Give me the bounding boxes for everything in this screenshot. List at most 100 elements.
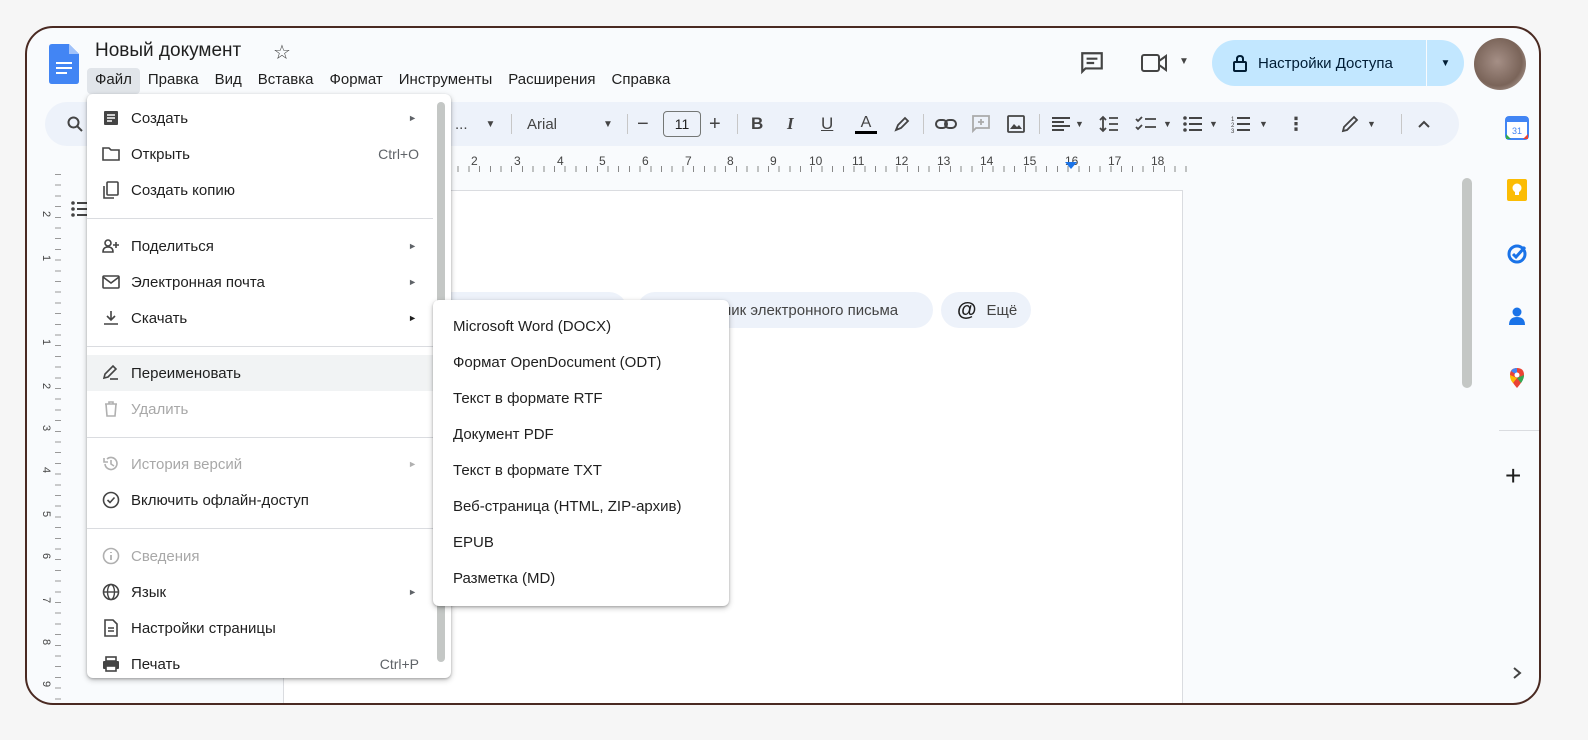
menu-item-share[interactable]: Поделиться ► — [87, 228, 433, 264]
share-button[interactable]: Настройки Доступа ▼ — [1212, 40, 1464, 86]
menu-item-details[interactable]: Сведения — [87, 538, 433, 574]
menu-extensions[interactable]: Расширения — [500, 68, 603, 94]
menu-item-delete[interactable]: Удалить — [87, 391, 433, 427]
download-md[interactable]: Разметка (MD) — [433, 560, 729, 596]
align-icon[interactable] — [1051, 116, 1071, 132]
vruler-number: 6 — [40, 552, 53, 560]
menu-divider — [87, 437, 433, 438]
chevron-down-icon[interactable]: ▼ — [1163, 102, 1172, 146]
tasks-icon[interactable] — [1505, 242, 1529, 266]
highlight-icon[interactable] — [893, 115, 911, 133]
decrease-font-size-icon[interactable]: − — [637, 102, 649, 146]
menu-item-label: Сведения — [131, 547, 200, 565]
menu-item-rename[interactable]: Переименовать — [87, 355, 433, 391]
bulleted-list-icon[interactable] — [1183, 115, 1203, 133]
download-txt[interactable]: Текст в формате TXT — [433, 452, 729, 488]
font-select[interactable]: Arial ▼ — [527, 102, 613, 146]
download-pdf[interactable]: Документ PDF — [433, 416, 729, 452]
collapse-toolbar-icon[interactable] — [1417, 118, 1431, 130]
menu-item-page-setup[interactable]: Настройки страницы — [87, 610, 433, 646]
add-addon-icon[interactable]: + — [1505, 462, 1521, 490]
star-icon[interactable]: ☆ — [273, 40, 291, 65]
download-rtf[interactable]: Текст в формате RTF — [433, 380, 729, 416]
menu-view[interactable]: Вид — [207, 68, 250, 94]
checklist-icon[interactable] — [1135, 115, 1157, 133]
style-select[interactable]: ... ▼ — [455, 102, 495, 146]
menu-item-make-copy[interactable]: Создать копию — [87, 172, 433, 208]
menu-item-open[interactable]: Открыть Ctrl+O — [87, 136, 433, 172]
font-select-value: Arial — [527, 115, 558, 133]
ruler-number: 9 — [770, 154, 777, 168]
menu-item-print[interactable]: Печать Ctrl+P — [87, 646, 433, 682]
app-window: Новый документ ☆ Файл Правка Вид Вставка… — [25, 26, 1541, 705]
download-docx[interactable]: Microsoft Word (DOCX) — [433, 308, 729, 344]
bold-icon[interactable]: B — [751, 102, 763, 146]
share-caret-icon[interactable]: ▼ — [1427, 58, 1464, 69]
chevron-down-icon[interactable]: ▼ — [1367, 102, 1376, 146]
chevron-down-icon[interactable]: ▼ — [1075, 102, 1084, 146]
document-title[interactable]: Новый документ — [95, 40, 241, 62]
share-button-main[interactable]: Настройки Доступа — [1212, 40, 1426, 86]
menu-file[interactable]: Файл — [87, 68, 140, 94]
italic-icon[interactable]: I — [787, 102, 794, 146]
lock-icon — [1233, 54, 1247, 72]
right-indent-marker[interactable] — [1065, 162, 1077, 169]
menu-format[interactable]: Формат — [321, 68, 390, 94]
video-call-icon[interactable] — [1140, 52, 1168, 74]
print-icon — [103, 656, 119, 672]
side-panel: 31 + — [1495, 98, 1539, 698]
increase-font-size-icon[interactable]: + — [709, 102, 721, 146]
menu-item-offline[interactable]: Включить офлайн-доступ — [87, 482, 433, 518]
link-icon[interactable] — [935, 116, 957, 132]
maps-icon[interactable] — [1505, 366, 1529, 390]
text-color-icon[interactable]: A — [855, 102, 877, 146]
menu-edit[interactable]: Правка — [140, 68, 207, 94]
keep-icon[interactable] — [1505, 178, 1529, 202]
underline-icon[interactable]: U — [821, 102, 833, 146]
video-call-caret-icon[interactable]: ▼ — [1179, 56, 1189, 67]
editing-mode-icon[interactable] — [1341, 115, 1359, 133]
download-submenu: Microsoft Word (DOCX) Формат OpenDocumen… — [433, 300, 729, 606]
avatar[interactable] — [1474, 38, 1526, 90]
more-chips-button[interactable]: @ Ещё — [941, 292, 1031, 328]
font-size-field[interactable]: 11 — [663, 102, 701, 146]
menu-item-email[interactable]: Электронная почта ► — [87, 264, 433, 300]
menu-item-download[interactable]: Скачать ► — [87, 300, 433, 336]
menu-divider — [87, 218, 433, 219]
page-scrollbar[interactable] — [1462, 178, 1472, 388]
search-menus-icon[interactable] — [67, 116, 83, 132]
download-html[interactable]: Веб-страница (HTML, ZIP-архив) — [433, 488, 729, 524]
menu-item-create[interactable]: Создать ► — [87, 100, 433, 136]
chevron-down-icon[interactable]: ▼ — [1259, 102, 1268, 146]
vertical-ruler[interactable]: 2 1 1 2 3 4 5 6 7 8 9 — [40, 174, 61, 703]
chevron-down-icon[interactable]: ▼ — [1209, 102, 1218, 146]
submenu-arrow-icon: ► — [408, 277, 417, 287]
menu-help[interactable]: Справка — [604, 68, 679, 94]
numbered-list-icon[interactable]: 1 2 3 — [1231, 115, 1251, 133]
submenu-arrow-icon: ► — [408, 241, 417, 251]
expand-panel-icon[interactable] — [1511, 666, 1523, 680]
font-size-value[interactable]: 11 — [663, 111, 701, 137]
download-epub[interactable]: EPUB — [433, 524, 729, 560]
download-odt[interactable]: Формат OpenDocument (ODT) — [433, 344, 729, 380]
menu-item-language[interactable]: Язык ► — [87, 574, 433, 610]
line-spacing-icon[interactable] — [1099, 115, 1119, 133]
menu-item-version-history[interactable]: История версий ► — [87, 446, 433, 482]
trash-icon — [105, 401, 117, 417]
ruler-number: 17 — [1108, 154, 1122, 168]
add-comment-icon[interactable] — [971, 114, 991, 134]
toolbar-divider — [737, 114, 738, 134]
ruler-number: 7 — [685, 154, 692, 168]
ruler-number: 14 — [980, 154, 994, 168]
share-button-label: Настройки Доступа — [1258, 54, 1393, 72]
more-options-icon[interactable]: ⋮ — [1287, 102, 1305, 146]
contacts-icon[interactable] — [1505, 304, 1529, 328]
chevron-down-icon: ▼ — [603, 118, 613, 130]
insert-image-icon[interactable] — [1007, 115, 1025, 133]
share-person-icon — [102, 239, 119, 253]
calendar-icon[interactable]: 31 — [1505, 116, 1529, 140]
menu-tools[interactable]: Инструменты — [391, 68, 501, 94]
comment-icon[interactable] — [1079, 50, 1105, 76]
docs-logo-icon[interactable] — [49, 44, 79, 84]
menu-insert[interactable]: Вставка — [250, 68, 322, 94]
